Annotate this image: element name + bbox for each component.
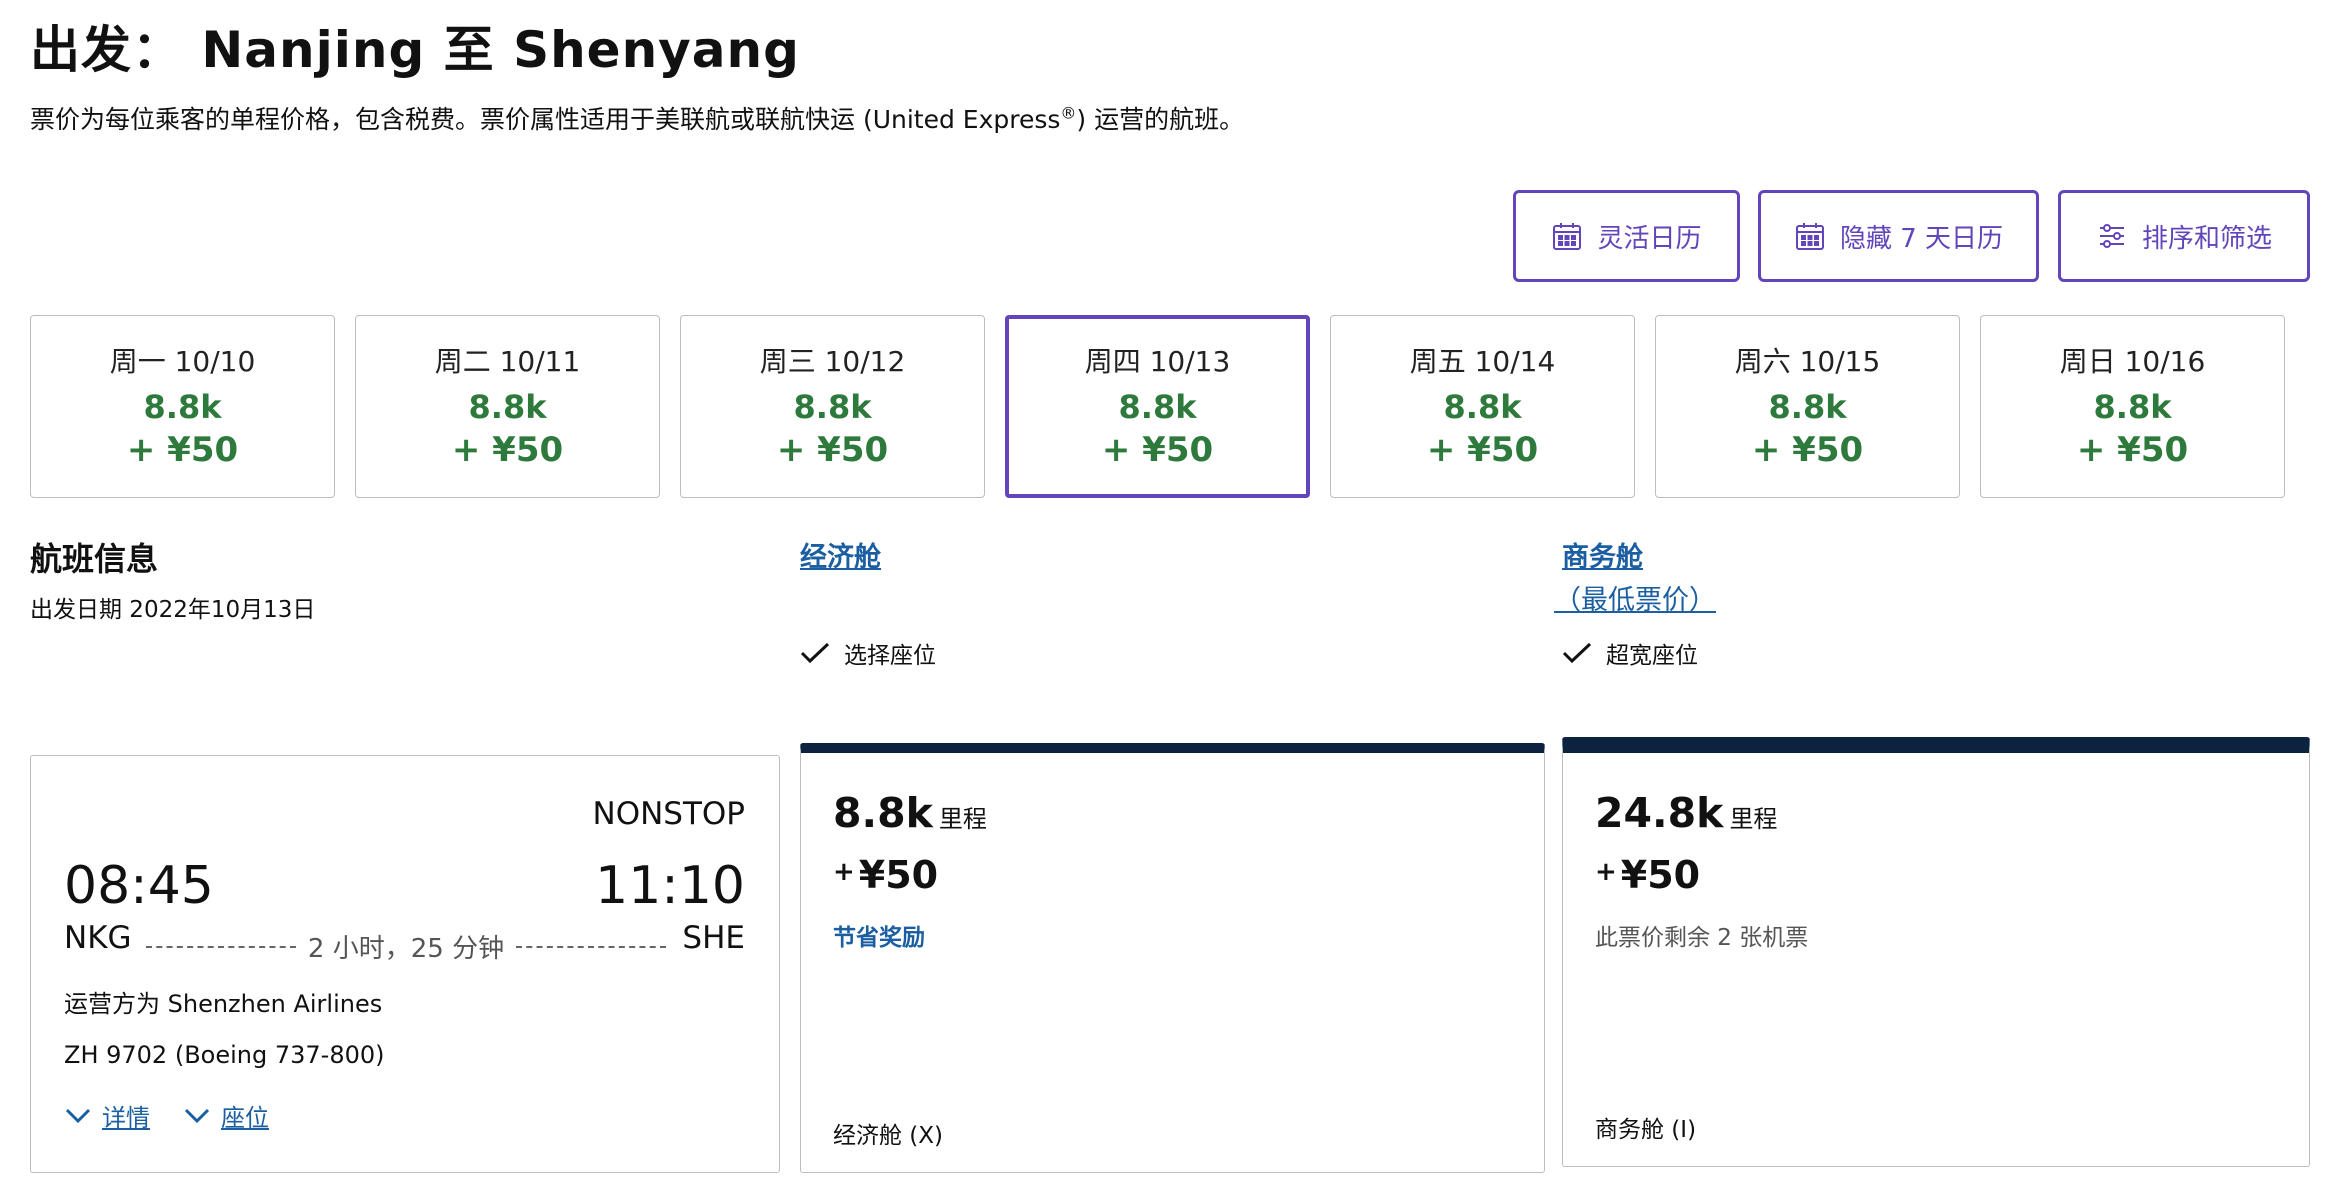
- flight-card: NONSTOP 08:45 11:10 NKG 2 小时，25 分钟 SHE 运…: [30, 755, 780, 1173]
- destination-airport: SHE: [682, 920, 745, 956]
- business-fare-card[interactable]: 24.8k 里程 + ¥50 此票价剩余 2 张机票 商务舱 (I): [1562, 737, 2310, 1167]
- date-miles: 8.8k: [1768, 388, 1847, 426]
- business-price: + ¥50: [1595, 853, 1700, 897]
- business-fare-class: 商务舱 (I): [1595, 1117, 1697, 1143]
- business-feature: 超宽座位: [1562, 636, 1698, 670]
- sliders-icon: [2099, 224, 2124, 248]
- seats-toggle[interactable]: 座位: [183, 1098, 269, 1133]
- miles-unit: 里程: [938, 805, 987, 833]
- miles-unit: 里程: [1729, 805, 1778, 833]
- date-price: + ¥50: [451, 430, 564, 470]
- flight-info-heading: 航班信息: [30, 540, 159, 578]
- duration-divider: [516, 945, 666, 948]
- flight-duration: 2 小时，25 分钟: [146, 928, 666, 965]
- date-label: 周二 10/11: [434, 345, 581, 378]
- business-price-value: ¥50: [1620, 853, 1701, 897]
- date-label: 周四 10/13: [1084, 345, 1231, 378]
- date-miles: 8.8k: [1118, 388, 1197, 426]
- date-card-sun[interactable]: 周日 10/16 8.8k + ¥50: [1980, 315, 2285, 498]
- flight-number: ZH 9702 (Boeing 737-800): [64, 1041, 385, 1069]
- date-label: 周六 10/15: [1734, 345, 1881, 378]
- arrive-time: 11:10: [595, 856, 745, 916]
- operator-info: 运营方为 Shenzhen Airlines: [64, 990, 383, 1018]
- plus-sign: +: [833, 857, 855, 887]
- hide-calendar-button[interactable]: 隐藏 7 天日历: [1758, 190, 2039, 282]
- date-miles: 8.8k: [468, 388, 547, 426]
- business-miles-value: 24.8k: [1595, 789, 1724, 837]
- details-toggle[interactable]: 详情: [64, 1098, 150, 1133]
- economy-price: + ¥50: [833, 853, 938, 897]
- chevron-down-icon: [65, 1108, 91, 1123]
- date-price: + ¥50: [126, 430, 239, 470]
- chevron-down-icon: [184, 1108, 210, 1123]
- calendar-icon: [1553, 223, 1582, 250]
- date-miles: 8.8k: [143, 388, 222, 426]
- date-card-wed[interactable]: 周三 10/12 8.8k + ¥50: [680, 315, 985, 498]
- business-cabin-link[interactable]: 商务舱: [1562, 535, 1643, 574]
- economy-fare-card[interactable]: 8.8k 里程 + ¥50 节省奖励 经济舱 (X): [800, 743, 1545, 1173]
- date-price: + ¥50: [1426, 430, 1539, 470]
- business-miles: 24.8k 里程: [1595, 789, 1777, 837]
- sort-filter-label: 排序和筛选: [2141, 223, 2272, 254]
- origin-airport: NKG: [64, 920, 132, 956]
- seats-link[interactable]: 座位: [221, 1098, 269, 1133]
- plus-sign: +: [1595, 857, 1617, 887]
- economy-miles-value: 8.8k: [833, 789, 933, 837]
- economy-feature: 选择座位: [800, 636, 936, 670]
- economy-fare-class: 经济舱 (X): [833, 1123, 944, 1149]
- seats-remaining-note: 此票价剩余 2 张机票: [1595, 925, 1809, 951]
- business-lowest-fare-link[interactable]: （最低票价）: [1554, 578, 1716, 617]
- business-feature-label: 超宽座位: [1606, 643, 1698, 669]
- flexible-calendar-label: 灵活日历: [1597, 223, 1702, 254]
- date-miles: 8.8k: [2093, 388, 2172, 426]
- date-price: + ¥50: [1751, 430, 1864, 470]
- duration-divider: [146, 945, 296, 948]
- date-card-sat[interactable]: 周六 10/15 8.8k + ¥50: [1655, 315, 1960, 498]
- fare-disclaimer-end: ) 运营的航班。: [1076, 105, 1245, 134]
- stops-label: NONSTOP: [592, 796, 746, 832]
- date-price: + ¥50: [2076, 430, 2189, 470]
- check-icon: [800, 642, 830, 664]
- fare-disclaimer: 票价为每位乘客的单程价格，包含税费。票价属性适用于美联航或联航快运 (Unite…: [30, 100, 1244, 136]
- date-card-fri[interactable]: 周五 10/14 8.8k + ¥50: [1330, 315, 1635, 498]
- calendar-icon: [1795, 223, 1824, 250]
- date-card-thu-selected[interactable]: 周四 10/13 8.8k + ¥50: [1005, 315, 1310, 498]
- date-label: 周三 10/12: [759, 345, 906, 378]
- economy-price-value: ¥50: [858, 853, 939, 897]
- details-link[interactable]: 详情: [102, 1098, 150, 1133]
- depart-time: 08:45: [64, 856, 214, 916]
- page-title: 出发： Nanjing 至 Shenyang: [30, 21, 800, 79]
- date-label: 周日 10/16: [2059, 345, 2206, 378]
- flexible-calendar-button[interactable]: 灵活日历: [1513, 190, 1740, 282]
- date-label: 周一 10/10: [109, 345, 256, 378]
- date-miles: 8.8k: [793, 388, 872, 426]
- economy-savings-badge: 节省奖励: [833, 925, 925, 951]
- economy-miles: 8.8k 里程: [833, 789, 987, 837]
- hide-calendar-label: 隐藏 7 天日历: [1839, 223, 2004, 254]
- economy-cabin-link[interactable]: 经济舱: [800, 535, 881, 574]
- date-price: + ¥50: [1101, 430, 1214, 470]
- date-card-mon[interactable]: 周一 10/10 8.8k + ¥50: [30, 315, 335, 498]
- economy-feature-label: 选择座位: [844, 643, 936, 669]
- date-label: 周五 10/14: [1409, 345, 1556, 378]
- departure-date: 出发日期 2022年10月13日: [30, 597, 316, 623]
- date-card-tue[interactable]: 周二 10/11 8.8k + ¥50: [355, 315, 660, 498]
- registered-mark: ®: [1060, 103, 1077, 123]
- sort-filter-button[interactable]: 排序和筛选: [2058, 190, 2310, 282]
- duration-label: 2 小时，25 分钟: [307, 934, 505, 964]
- fare-disclaimer-text: 票价为每位乘客的单程价格，包含税费。票价属性适用于美联航或联航快运 (Unite…: [30, 105, 1061, 134]
- date-miles: 8.8k: [1443, 388, 1522, 426]
- check-icon: [1562, 642, 1592, 664]
- date-price: + ¥50: [776, 430, 889, 470]
